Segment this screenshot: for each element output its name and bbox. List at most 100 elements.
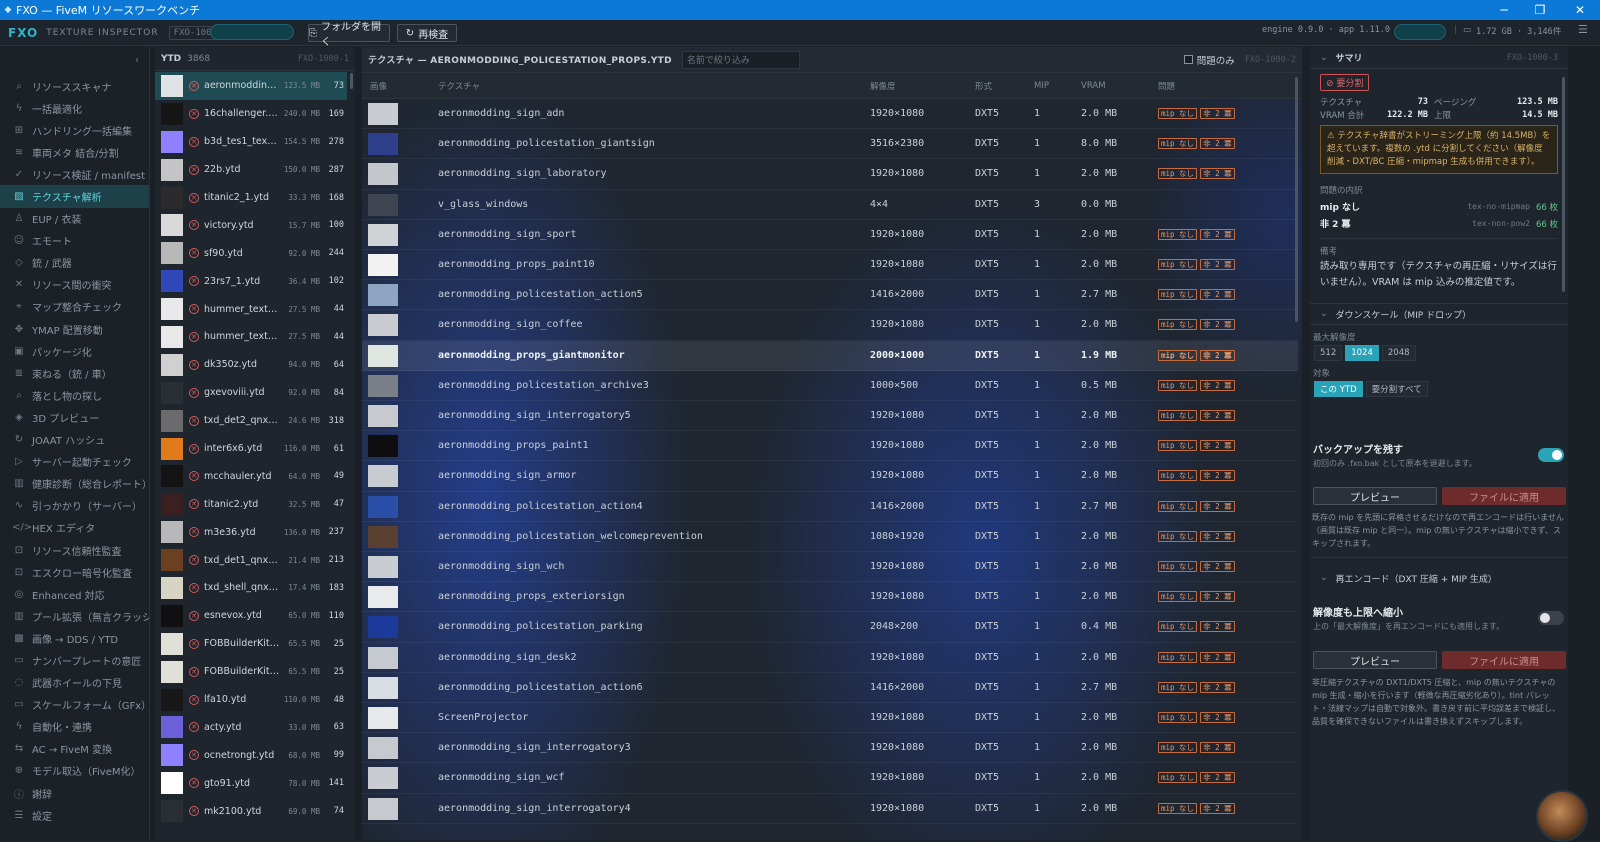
collapse-sidebar-icon[interactable]: ‹	[135, 55, 139, 66]
sidebar-item[interactable]: ▥ 健康診断（総合レポート）	[0, 473, 149, 495]
sidebar-item[interactable]: ✥ YMAP 配置移動	[0, 318, 149, 340]
downscale-header[interactable]: ⌄ ダウンスケール（MIP ドロップ）	[1310, 303, 1568, 325]
ytd-list-item[interactable]: ✕ 23rs7_1.ytd 36.4 MB 102	[155, 267, 347, 295]
open-folder-button[interactable]: ⎘ フォルダを開く	[308, 22, 390, 48]
ytd-list-item[interactable]: ✕ lfa10.ytd 110.0 MB 48	[155, 686, 347, 714]
sidebar-item[interactable]: ⊡ エスクロー暗号化監査	[0, 561, 149, 583]
sidebar-item[interactable]: </> HEX エディタ	[0, 517, 149, 539]
col-format[interactable]: 形式	[975, 80, 992, 92]
texture-row[interactable]: aeronmodding_sign_wch 1920×1080 DXT5 1 2.0 M…	[362, 552, 1298, 583]
ytd-list-item[interactable]: ✕ hummer_textur... 27.5 MB 44	[155, 295, 347, 323]
ytd-list-item[interactable]: ✕ ocnetrongt.ytd 68.0 MB 99	[155, 741, 347, 769]
texture-row[interactable]: aeronmodding_sign_sport 1920×1080 DXT5 1 2.0…	[362, 220, 1298, 250]
col-resolution[interactable]: 解像度	[870, 80, 896, 92]
ytd-list-item[interactable]: ✕ FOBBuilderKit.ytd 65.5 MB 25	[155, 658, 347, 686]
texture-row[interactable]: aeronmodding_props_paint1 1920×1080 DXT5 1 2…	[362, 431, 1298, 462]
ytd-list-item[interactable]: ✕ b3d_tes1_textur...154.5 MB 278	[155, 128, 347, 156]
texture-row[interactable]: aeronmodding_policestation_parking 2048×2…	[362, 612, 1298, 643]
col-texture[interactable]: テクスチャ	[438, 80, 480, 92]
reencode-preview-button[interactable]: プレビュー	[1313, 651, 1437, 669]
cap-resolution-toggle[interactable]	[1538, 611, 1564, 625]
downscale-apply-button[interactable]: ファイルに適用	[1442, 487, 1566, 505]
ytd-list-item[interactable]: ✕ txd_shell_qnx.ytd 17.4 MB 183	[155, 574, 347, 602]
settings-sliders-icon[interactable]: ☰	[1578, 23, 1588, 36]
texture-filter-input[interactable]: 名前で絞り込み	[681, 50, 800, 69]
texture-row[interactable]: aeronmodding_sign_interrogatory3 1920×108…	[362, 733, 1298, 764]
ytd-list-item[interactable]: ✕ hummer_textur... 27.5 MB 44	[155, 323, 347, 351]
ytd-list-item[interactable]: ✕ 16challenger.ytd 240.0 MB 169	[155, 100, 347, 128]
texture-row[interactable]: aeronmodding_policestation_action6 1416×2…	[362, 673, 1298, 703]
texture-row[interactable]: v_glass_windows 4×4 DXT5 3 0.0 MB	[362, 190, 1298, 220]
max-res-option[interactable]: 1024	[1345, 345, 1379, 361]
texture-row[interactable]: aeronmodding_policestation_archive3 1000×…	[362, 371, 1298, 401]
sidebar-item[interactable]: ≋ 車両メタ 結合/分割	[0, 141, 149, 163]
reencode-apply-button[interactable]: ファイルに適用	[1442, 651, 1566, 669]
target-option[interactable]: 要分割すべて	[1365, 381, 1428, 397]
sidebar-item[interactable]: ϟ 自動化・連携	[0, 716, 149, 738]
texture-row[interactable]: aeronmodding_props_paint10 1920×1080 DXT5 1…	[362, 250, 1298, 281]
sidebar-item[interactable]: ⌕ リソーススキャナ	[0, 75, 149, 97]
sidebar-item[interactable]: ⓘ 謝辞	[0, 782, 149, 804]
texture-row[interactable]: aeronmodding_policestation_welcomepreven…	[362, 522, 1298, 552]
col-vram[interactable]: VRAM	[1081, 81, 1106, 91]
ytd-list-item[interactable]: ✕ 22b.ytd 150.0 MB 287	[155, 156, 347, 184]
ytd-list-item[interactable]: ✕ titanic2.ytd 32.5 MB 47	[155, 490, 347, 518]
sidebar-item[interactable]: ✕ リソース間の衝突	[0, 274, 149, 296]
sidebar-item[interactable]: ◎ Enhanced 対応	[0, 583, 149, 605]
sidebar-item[interactable]: ◈ 3D プレビュー	[0, 406, 149, 428]
texture-row[interactable]: aeronmodding_sign_wcf 1920×1080 DXT5 1 2.0 M…	[362, 763, 1298, 794]
texture-row[interactable]: aeronmodding_sign_armor 1920×1080 DXT5 1 2.0…	[362, 461, 1298, 492]
texture-row[interactable]: aeronmodding_props_exteriorsign 1920×1080…	[362, 582, 1298, 613]
col-issues[interactable]: 問題	[1158, 80, 1175, 92]
ytd-list-item[interactable]: ✕ gxevoviii.ytd 92.0 MB 84	[155, 379, 347, 407]
sidebar-item[interactable]: ▭ スケールフォーム（GFx）	[0, 694, 149, 716]
sidebar-item[interactable]: ♙ EUP / 衣装	[0, 208, 149, 230]
sidebar-item[interactable]: ▩ 画像 → DDS / YTD	[0, 627, 149, 649]
texture-row[interactable]: aeronmodding_policestation_action5 1416×2…	[362, 280, 1298, 311]
close-icon[interactable]: ✕	[1562, 0, 1598, 20]
texture-row[interactable]: aeronmodding_sign_desk2 1920×1080 DXT5 1 2.0…	[362, 643, 1298, 673]
sidebar-item[interactable]: ↻ JOAAT ハッシュ	[0, 429, 149, 451]
texture-row[interactable]: ScreenProjector 1920×1080 DXT5 1 2.0 MB mip な…	[362, 703, 1298, 734]
sidebar-item[interactable]: ▭ ナンバープレートの意匠	[0, 649, 149, 671]
texture-row[interactable]: aeronmodding_sign_interrogatory4 1920×108…	[362, 794, 1298, 824]
sidebar-item[interactable]: ☺ エモート	[0, 230, 149, 252]
texture-row[interactable]: aeronmodding_sign_interrogatory5 1920×108…	[362, 401, 1298, 432]
sidebar-item[interactable]: ⊕ モデル取込（FiveM化）	[0, 760, 149, 782]
reencode-header[interactable]: ⌄ 再エンコード（DXT 圧縮 + MIP 生成）	[1310, 567, 1568, 589]
sidebar-item[interactable]: ▣ パッケージ化	[0, 340, 149, 362]
sidebar-item[interactable]: ⌕ 落とし物の探し	[0, 384, 149, 406]
sidebar-item[interactable]: ≣ 束ねる（銃 / 車）	[0, 362, 149, 384]
rescan-button[interactable]: ↻ 再検査	[397, 24, 457, 42]
ytd-list-item[interactable]: ✕ txd_det1_qnx.ytd 21.4 MB 213	[155, 546, 347, 574]
sidebar-item[interactable]: ⊡ リソース信頼性監査	[0, 539, 149, 561]
ytd-list-item[interactable]: ✕ esnevox.ytd 65.0 MB 110	[155, 602, 347, 630]
ytd-list-item[interactable]: ✕ aeronmodding... 123.5 MB 73	[155, 72, 347, 100]
backup-toggle[interactable]	[1538, 448, 1564, 462]
ytd-list-item[interactable]: ✕ titanic2_1.ytd 33.3 MB 168	[155, 184, 347, 212]
col-image[interactable]: 画像	[370, 80, 387, 92]
ytd-list-item[interactable]: ✕ m3e36.ytd 136.0 MB 237	[155, 518, 347, 546]
summary-header[interactable]: ⌄ サマリ FXO-1000-3	[1310, 47, 1568, 69]
sidebar-item[interactable]: ▨ テクスチャ解析	[0, 185, 149, 208]
max-res-option[interactable]: 2048	[1381, 345, 1416, 361]
ytd-list-item[interactable]: ✕ FOBBuilderKit.ytd 65.5 MB 25	[155, 630, 347, 658]
minimize-icon[interactable]: ─	[1486, 0, 1522, 20]
user-avatar[interactable]	[1536, 790, 1588, 842]
sidebar-item[interactable]: ◇ 銃 / 武器	[0, 252, 149, 274]
ytd-scrollbar[interactable]	[350, 73, 353, 89]
ytd-list-item[interactable]: ✕ acty.ytd 33.0 MB 63	[155, 713, 347, 741]
sidebar-item[interactable]: ∿ 引っかかり（サーバー）	[0, 495, 149, 517]
ytd-list-item[interactable]: ✕ victory.ytd 15.7 MB 100	[155, 211, 347, 239]
col-mip[interactable]: MIP	[1034, 81, 1049, 91]
texture-row[interactable]: aeronmodding_props_giantmonitor 2000×1000…	[362, 340, 1298, 371]
ytd-list-item[interactable]: ✕ txd_det2_qnx.ytd 24.6 MB 318	[155, 407, 347, 435]
restore-icon[interactable]: ❐	[1522, 0, 1558, 20]
texture-row[interactable]: aeronmodding_policestation_giantsign 3516…	[362, 129, 1298, 160]
texture-row[interactable]: aeronmodding_sign_laboratory 1920×1080 DXT…	[362, 159, 1298, 190]
texture-row[interactable]: aeronmodding_sign_coffee 1920×1080 DXT5 1 2.…	[362, 310, 1298, 341]
sidebar-item[interactable]: ▥ プール拡張（無言クラッシ...	[0, 605, 149, 627]
target-option[interactable]: この YTD	[1314, 381, 1363, 397]
only-issues-checkbox[interactable]: 問題のみ	[1183, 53, 1235, 67]
sidebar-item[interactable]: ⊞ ハンドリング一括編集	[0, 119, 149, 141]
